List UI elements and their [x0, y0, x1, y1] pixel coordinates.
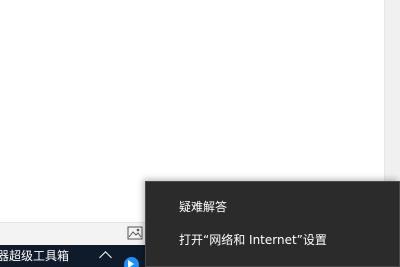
taskbar-app-label: 器超级工具箱	[0, 249, 70, 263]
network-context-menu: 疑难解答 打开“网络和 Internet”设置	[145, 181, 400, 267]
menu-item-network-settings[interactable]: 打开“网络和 Internet”设置	[146, 225, 399, 255]
blue-app-icon[interactable]	[124, 257, 139, 267]
menu-item-troubleshoot[interactable]: 疑难解答	[146, 192, 399, 222]
menu-item-label: 打开“网络和 Internet”设置	[179, 233, 327, 247]
image-icon[interactable]	[127, 225, 143, 241]
chevron-up-icon[interactable]	[99, 251, 112, 264]
screen: 器超级工具箱 疑难解答 打开“网络和 Internet”设置	[0, 0, 400, 267]
taskbar-app-button[interactable]: 器超级工具箱	[0, 245, 88, 267]
menu-item-label: 疑难解答	[179, 200, 228, 214]
